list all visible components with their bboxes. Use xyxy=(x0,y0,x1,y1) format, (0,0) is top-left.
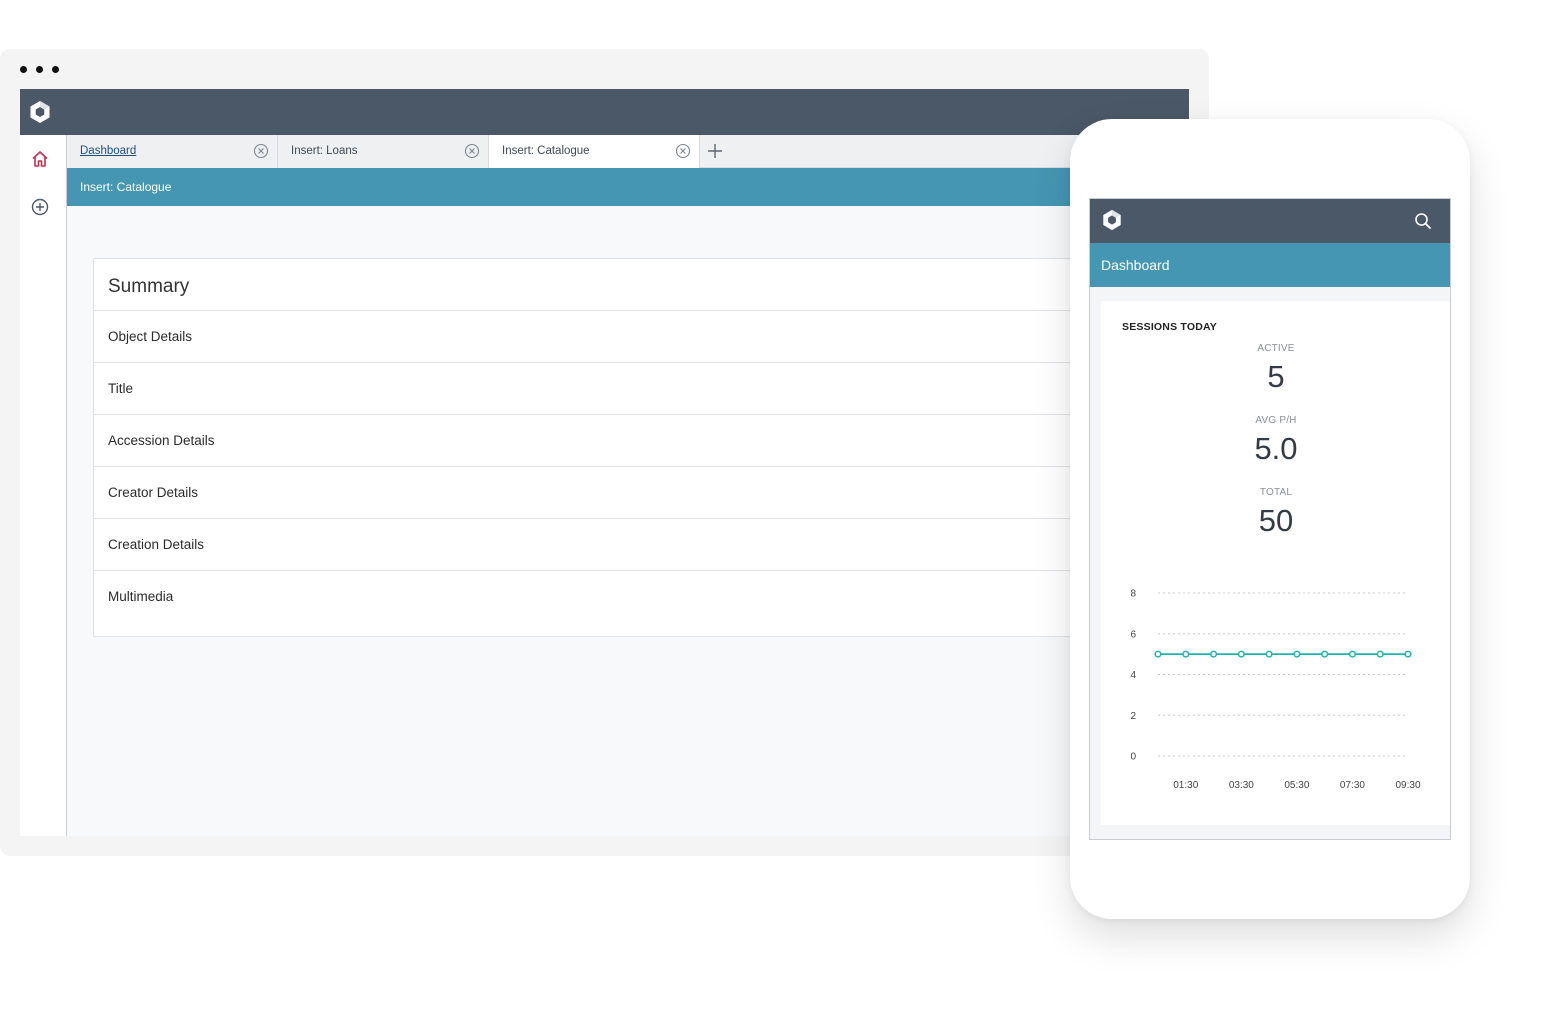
search-icon[interactable] xyxy=(1413,211,1433,231)
tab-insert-catalogue[interactable]: Insert: Catalogue xyxy=(489,135,700,169)
summary-title: Summary xyxy=(94,259,1189,311)
data-point xyxy=(1210,650,1218,658)
summary-row-multimedia[interactable]: Multimedia xyxy=(94,571,1189,623)
app-logo-icon[interactable] xyxy=(1101,209,1123,231)
stat-value: 5.0 xyxy=(1254,431,1298,466)
y-tick-label: 2 xyxy=(1130,711,1136,722)
stat-total: TOTAL 50 xyxy=(1101,487,1450,539)
stat-value: 50 xyxy=(1258,503,1294,538)
close-circle-icon[interactable] xyxy=(253,143,269,159)
x-tick-label: 01:30 xyxy=(1173,780,1198,791)
page-banner: Insert: Catalogue xyxy=(67,168,1189,206)
phone-frame: Dashboard SESSIONS TODAY ACTIVE 5 AVG P/… xyxy=(1070,119,1470,919)
tab-label: Insert: Loans xyxy=(291,145,358,157)
tab-insert-loans[interactable]: Insert: Loans xyxy=(278,135,489,168)
app-logo-icon[interactable] xyxy=(28,100,52,124)
data-point xyxy=(1376,650,1384,658)
desktop-app: Dashboard Insert: Loans Insert: Catalogu… xyxy=(20,89,1189,836)
data-point xyxy=(1237,650,1245,658)
summary-row-creator-details[interactable]: Creator Details xyxy=(94,467,1189,519)
y-tick-label: 4 xyxy=(1130,670,1136,681)
data-point xyxy=(1321,650,1329,658)
y-tick-label: 8 xyxy=(1130,589,1136,600)
phone-top-bar xyxy=(1090,199,1450,243)
stat-value: 5 xyxy=(1267,359,1285,394)
stat-label: AVG P/H xyxy=(1255,415,1297,426)
data-point xyxy=(1154,650,1162,658)
top-bar xyxy=(20,89,1189,135)
home-icon[interactable] xyxy=(30,149,50,169)
sessions-card: SESSIONS TODAY ACTIVE 5 AVG P/H 5.0 TOTA… xyxy=(1101,301,1450,825)
data-point xyxy=(1182,650,1190,658)
x-tick-label: 05:30 xyxy=(1284,780,1309,791)
y-tick-label: 0 xyxy=(1130,752,1136,763)
desktop-window: Dashboard Insert: Loans Insert: Catalogu… xyxy=(0,49,1209,856)
add-circle-icon[interactable] xyxy=(30,197,50,217)
phone-banner: Dashboard xyxy=(1090,243,1450,287)
stat-active: ACTIVE 5 xyxy=(1101,343,1450,395)
tab-dashboard[interactable]: Dashboard xyxy=(67,135,278,168)
tab-label: Dashboard xyxy=(80,145,137,157)
y-tick-label: 6 xyxy=(1130,629,1136,640)
page-title: Insert: Catalogue xyxy=(80,180,172,194)
summary-row-creation-details[interactable]: Creation Details xyxy=(94,519,1189,571)
plus-icon[interactable] xyxy=(705,141,725,161)
data-point xyxy=(1404,650,1412,658)
phone-screen: Dashboard SESSIONS TODAY ACTIVE 5 AVG P/… xyxy=(1089,198,1451,840)
sessions-title: SESSIONS TODAY xyxy=(1122,321,1217,333)
stat-avg-per-hour: AVG P/H 5.0 xyxy=(1101,415,1450,467)
sessions-line-chart: 0 2 4 6 8 01:30 03:30 05:30 07:30 09:30 xyxy=(1130,589,1421,792)
data-point xyxy=(1348,650,1356,658)
summary-card: Summary Object Details Title Accession D… xyxy=(93,258,1189,637)
window-dot[interactable] xyxy=(36,66,43,73)
summary-row-object-details[interactable]: Object Details xyxy=(94,311,1189,363)
x-tick-label: 07:30 xyxy=(1340,780,1365,791)
summary-row-title[interactable]: Title xyxy=(94,363,1189,415)
close-circle-icon[interactable] xyxy=(675,143,691,159)
tab-label: Insert: Catalogue xyxy=(502,145,590,157)
stage: Dashboard Insert: Loans Insert: Catalogu… xyxy=(0,0,1550,1032)
data-point xyxy=(1265,650,1273,658)
close-circle-icon[interactable] xyxy=(464,143,480,159)
data-point xyxy=(1293,650,1301,658)
x-tick-label: 03:30 xyxy=(1229,780,1254,791)
window-dot[interactable] xyxy=(20,66,27,73)
tab-bar: Dashboard Insert: Loans Insert: Catalogu… xyxy=(67,135,1189,169)
x-tick-label: 09:30 xyxy=(1395,780,1420,791)
window-dot[interactable] xyxy=(52,66,59,73)
phone-page-title: Dashboard xyxy=(1101,257,1170,273)
window-controls xyxy=(20,66,59,73)
sidebar xyxy=(20,135,67,836)
summary-row-accession-details[interactable]: Accession Details xyxy=(94,415,1189,467)
stat-label: TOTAL xyxy=(1259,487,1293,498)
stat-label: ACTIVE xyxy=(1257,343,1295,354)
